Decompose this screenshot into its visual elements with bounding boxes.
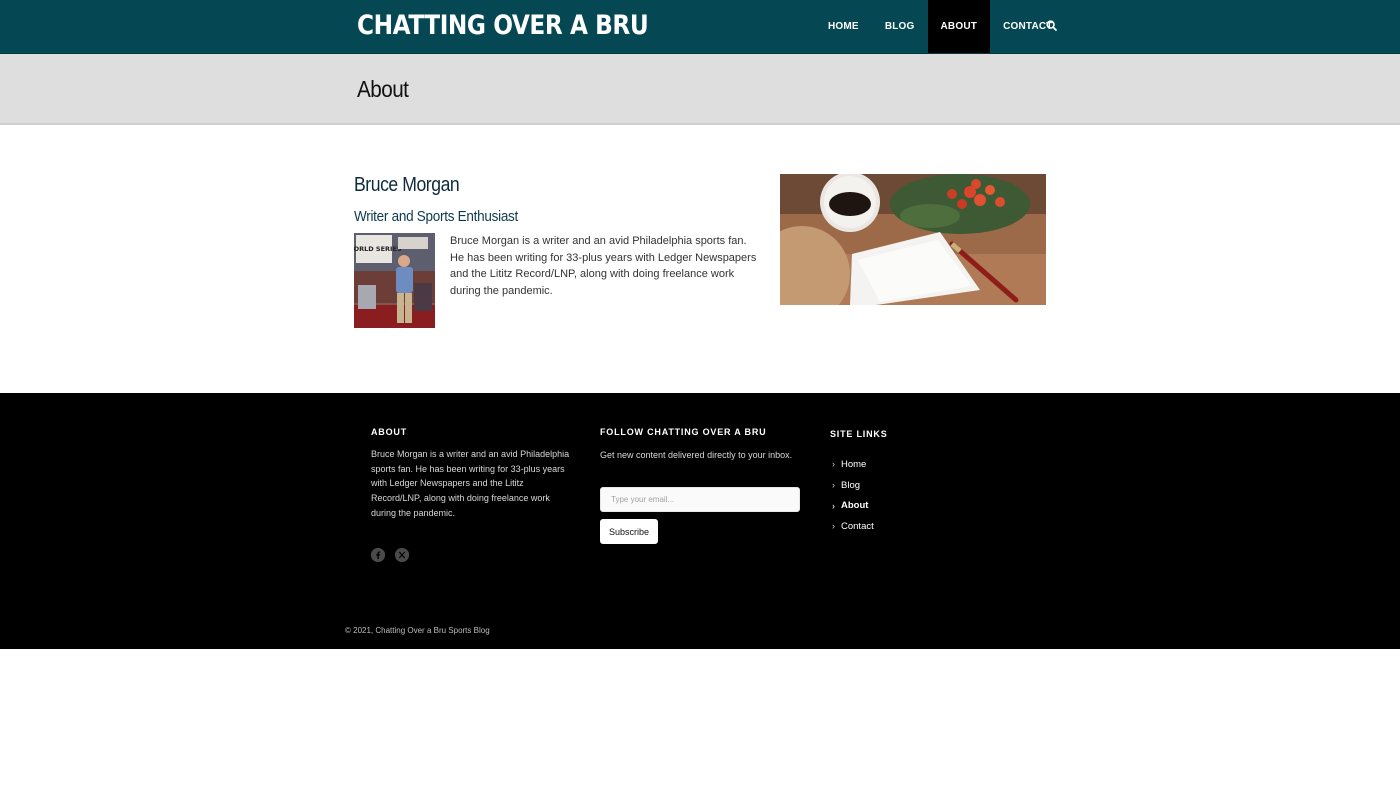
site-header: CHATTING OVER A BRU HOME BLOG ABOUT CONT… [0,0,1400,54]
footer-link-label: Home [841,458,867,470]
search-icon-glyph [1046,20,1057,31]
site-footer: ABOUT Bruce Morgan is a writer and an av… [0,393,1400,649]
x-twitter-glyph [395,548,409,562]
footer-link-label: About [841,500,869,512]
email-input[interactable] [600,487,800,512]
footer-follow-heading: FOLLOW CHATTING OVER A BRU [600,427,767,437]
nav-item-home[interactable]: HOME [815,0,872,53]
footer-site-links-heading: SITE LINKS [830,429,888,439]
author-name: Bruce Morgan [354,174,460,196]
photo-sign-text: WORLD SERIES [354,245,402,253]
search-icon[interactable] [1045,19,1059,33]
facebook-glyph [371,548,385,562]
footer-site-links: › Home › Blog › About › Contact [832,454,874,537]
footer-follow-text: Get new content delivered directly to yo… [600,450,793,460]
subscribe-button[interactable]: Subscribe [600,519,658,544]
page-title: About [357,76,409,102]
author-role: Writer and Sports Enthusiast [354,208,519,225]
author-photo: WORLD SERIES [354,233,435,328]
footer-about-heading: ABOUT [371,427,407,437]
x-twitter-icon[interactable] [395,548,409,562]
main-nav: HOME BLOG ABOUT CONTACT [815,0,1066,53]
copyright-text: © 2021, Chatting Over a Bru Sports Blog [345,626,490,635]
nav-item-about[interactable]: ABOUT [927,0,991,53]
author-photo-image: WORLD SERIES [354,233,435,328]
footer-link-label: Blog [841,479,861,491]
facebook-icon[interactable] [371,548,385,562]
footer-link-label: Contact [841,520,874,532]
social-links [371,548,409,562]
page-title-band: About [0,54,1400,125]
footer-about-text: Bruce Morgan is a writer and an avid Phi… [371,449,570,518]
coffee-notepad-photo [780,174,1046,305]
chevron-right-icon: › [832,521,835,532]
chevron-right-icon: › [832,500,835,511]
chevron-right-icon: › [832,480,835,491]
author-bio: Bruce Morgan is a writer and an avid Phi… [450,235,757,298]
footer-link-blog[interactable]: › Blog [832,475,874,496]
nav-item-blog[interactable]: BLOG [872,0,928,53]
coffee-notepad-image [780,174,1046,305]
footer-link-home[interactable]: › Home [832,454,874,475]
chevron-right-icon: › [832,459,835,470]
site-logo[interactable]: CHATTING OVER A BRU [357,6,649,46]
footer-link-about[interactable]: › About [832,495,874,516]
footer-link-contact[interactable]: › Contact [832,516,874,537]
